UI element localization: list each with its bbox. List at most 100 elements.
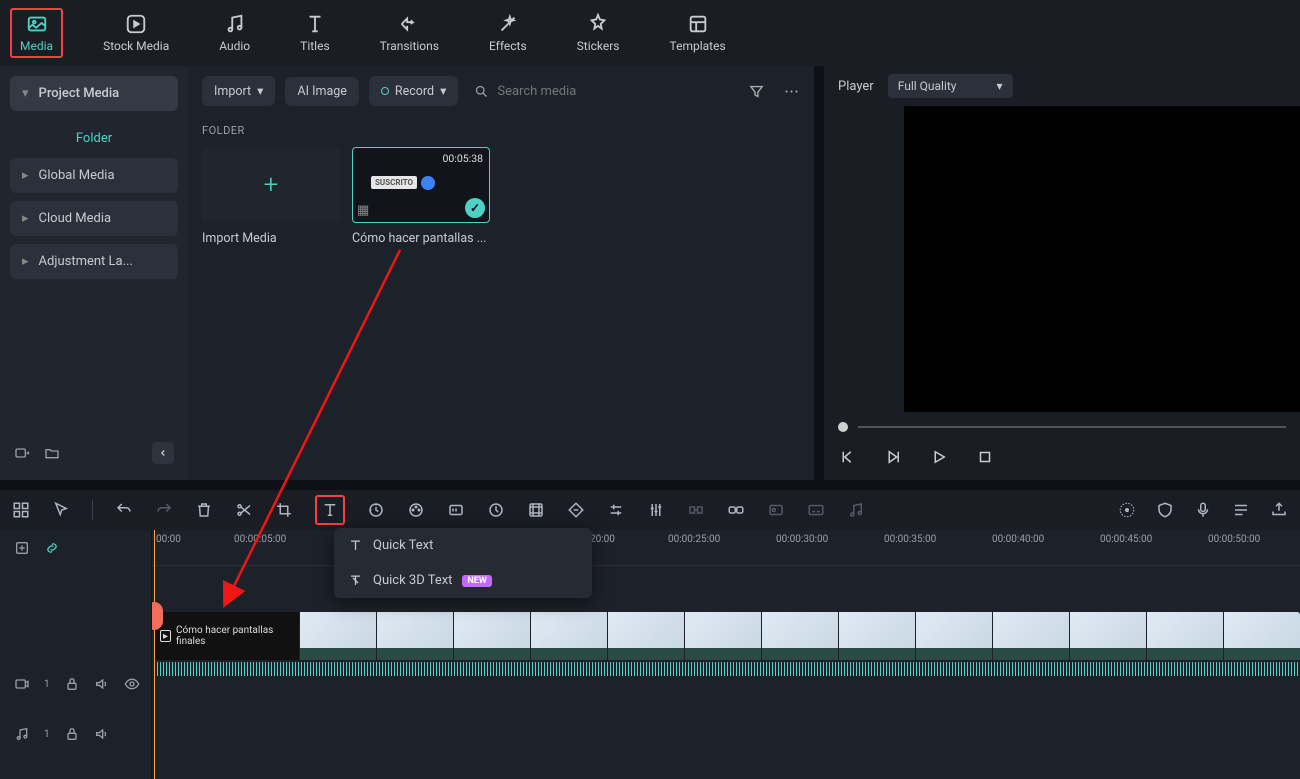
timecode: 00:00 — [156, 534, 181, 545]
color-button[interactable] — [407, 501, 425, 519]
playhead[interactable] — [154, 530, 155, 779]
undo-button[interactable] — [115, 501, 133, 519]
video-clip[interactable]: ▸ Cómo hacer pantallas finales — [154, 612, 1300, 660]
sidebar-adjustment-layer[interactable]: ▸ Adjustment La... — [10, 244, 178, 279]
speed-button[interactable] — [367, 501, 385, 519]
tab-media[interactable]: Media — [10, 8, 63, 58]
quick-text-label: Quick Text — [373, 538, 433, 553]
eye-icon[interactable] — [124, 676, 140, 692]
sidebar-project-media[interactable]: ▾ Project Media — [10, 76, 178, 111]
sidebar-global-media[interactable]: ▸ Global Media — [10, 158, 178, 193]
caret-down-icon: ▾ — [22, 86, 29, 101]
quick-text-option[interactable]: Quick Text — [334, 528, 592, 563]
mask-button[interactable] — [447, 501, 465, 519]
quality-dropdown[interactable]: Full Quality ▾ — [888, 74, 1013, 98]
marker-button[interactable] — [527, 501, 545, 519]
audio-track-icon — [14, 726, 30, 742]
tab-stickers[interactable]: Stickers — [567, 8, 630, 58]
mute-icon[interactable] — [94, 726, 110, 742]
film-icon: ▦ — [357, 203, 369, 218]
stock-media-icon — [125, 13, 147, 35]
tab-stickers-label: Stickers — [577, 39, 620, 53]
cursor-icon[interactable] — [52, 501, 70, 519]
player-scrubber[interactable] — [824, 412, 1300, 442]
clip-caption: Cómo hacer pantallas ... — [352, 231, 490, 246]
quick-3d-text-option[interactable]: Quick 3D Text NEW — [334, 563, 592, 598]
tab-templates[interactable]: Templates — [660, 8, 736, 58]
search-field[interactable] — [468, 84, 738, 99]
link-button[interactable] — [727, 501, 745, 519]
import-label: Import — [214, 84, 251, 99]
video-track[interactable]: ▸ Cómo hacer pantallas finales — [152, 612, 1300, 676]
lock-icon[interactable] — [64, 726, 80, 742]
audio-track-header[interactable]: 1 — [0, 716, 151, 752]
new-folder-icon[interactable] — [44, 445, 60, 461]
tab-audio[interactable]: Audio — [209, 8, 260, 58]
group-button[interactable] — [687, 501, 705, 519]
plus-icon: + — [264, 170, 279, 200]
record-button[interactable]: Record ▾ — [369, 76, 458, 106]
play-pause-button[interactable] — [884, 448, 902, 466]
timeline-toolbar — [0, 490, 1300, 530]
subtitle-button[interactable] — [807, 501, 825, 519]
audio-icon — [224, 13, 246, 35]
voiceover-button[interactable] — [767, 501, 785, 519]
tab-titles[interactable]: Titles — [290, 8, 339, 58]
timecode: 00:00:30:00 — [776, 534, 828, 545]
lock-icon[interactable] — [64, 676, 80, 692]
timecode: 00:00:05:00 — [234, 534, 286, 545]
templates-icon — [687, 13, 709, 35]
play-button[interactable] — [930, 448, 948, 466]
tab-transitions[interactable]: Transitions — [370, 8, 449, 58]
timeline-ruler[interactable]: 00:00 00:00:05:00 20:00 00:00:25:00 00:0… — [152, 530, 1300, 566]
link-track-icon[interactable] — [44, 540, 60, 556]
import-media-card[interactable]: + Import Media — [202, 147, 340, 246]
render-icon[interactable] — [1118, 501, 1136, 519]
stop-button[interactable] — [976, 448, 994, 466]
keyframe-button[interactable] — [487, 501, 505, 519]
new-bin-icon[interactable] — [14, 445, 30, 461]
add-track-icon[interactable] — [14, 540, 30, 556]
quick-3d-text-label: Quick 3D Text — [373, 573, 452, 588]
transitions-icon — [398, 13, 420, 35]
split-button[interactable] — [235, 501, 253, 519]
grid-icon[interactable] — [12, 501, 30, 519]
ai-image-button[interactable]: AI Image — [285, 77, 358, 106]
import-media-caption: Import Media — [202, 231, 340, 246]
search-input[interactable] — [497, 84, 732, 99]
video-track-header[interactable]: 1 — [0, 652, 151, 716]
more-icon[interactable] — [783, 83, 800, 100]
media-clip-card[interactable]: 00:05:38 SUSCRITO ▦ ✓ Cómo hacer pantall… — [352, 147, 490, 246]
music-button[interactable] — [847, 501, 865, 519]
tab-stock-media[interactable]: Stock Media — [93, 8, 179, 58]
collapse-sidebar-button[interactable] — [152, 442, 174, 464]
mute-icon[interactable] — [94, 676, 110, 692]
tab-effects[interactable]: Effects — [479, 8, 537, 58]
scrub-handle[interactable] — [838, 422, 848, 432]
list-icon[interactable] — [1232, 501, 1250, 519]
shield-icon[interactable] — [1156, 501, 1174, 519]
player-viewport[interactable] — [904, 106, 1300, 412]
sidebar-adjustment-label: Adjustment La... — [39, 254, 133, 269]
text-button[interactable] — [315, 495, 345, 525]
timeline-body[interactable]: 00:00 00:00:05:00 20:00 00:00:25:00 00:0… — [152, 530, 1300, 779]
delete-button[interactable] — [195, 501, 213, 519]
audio-waveform — [154, 662, 1300, 676]
sidebar-cloud-media[interactable]: ▸ Cloud Media — [10, 201, 178, 236]
export-icon[interactable] — [1270, 501, 1288, 519]
redo-button[interactable] — [155, 501, 173, 519]
import-button[interactable]: Import ▾ — [202, 76, 275, 106]
adjust-button[interactable] — [607, 501, 625, 519]
prev-frame-button[interactable] — [838, 448, 856, 466]
crop-button[interactable] — [275, 501, 293, 519]
sidebar-folder-label[interactable]: Folder — [10, 119, 178, 158]
mixer-button[interactable] — [647, 501, 665, 519]
player-title: Player — [838, 79, 874, 94]
sidebar-project-label: Project Media — [39, 86, 120, 101]
filter-icon[interactable] — [748, 83, 765, 100]
mic-icon[interactable] — [1194, 501, 1212, 519]
playhead-handle[interactable] — [152, 602, 163, 630]
play-icon: ▸ — [160, 630, 171, 642]
chevron-down-icon: ▾ — [257, 83, 263, 99]
tag-button[interactable] — [567, 501, 585, 519]
